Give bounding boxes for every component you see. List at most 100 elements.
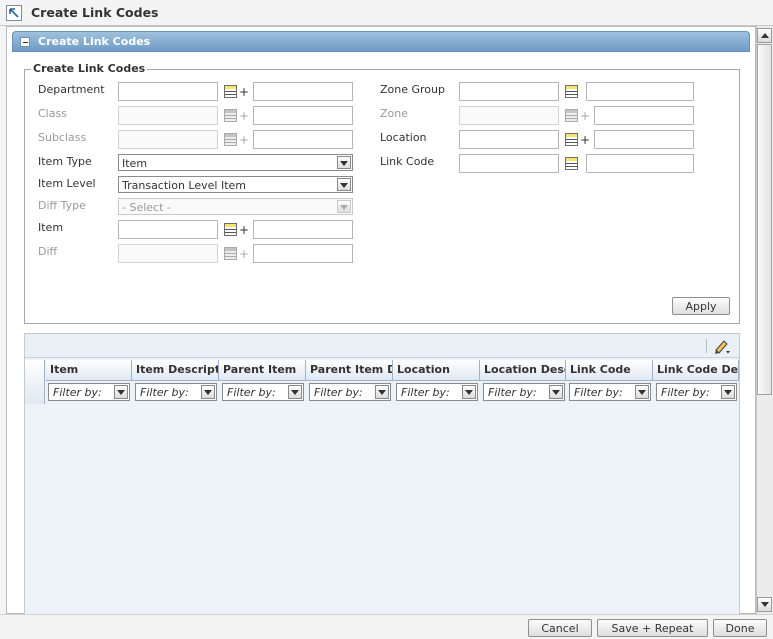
diff-type-select: - Select - <box>118 198 353 215</box>
link-code-label: Link Code <box>380 155 435 168</box>
apply-button[interactable]: Apply <box>672 297 730 315</box>
location-description-field <box>594 130 694 149</box>
item-description-field <box>253 220 353 239</box>
table-toolbar <box>25 334 739 358</box>
chevron-down-icon[interactable] <box>375 385 389 399</box>
chevron-down-icon[interactable] <box>635 385 649 399</box>
zone-description-field <box>594 106 694 125</box>
column-header-location-description[interactable]: Location Description <box>480 360 566 381</box>
diff-label: Diff <box>38 245 58 258</box>
filter-label: Filter by: <box>53 386 102 399</box>
class-description-field <box>253 106 353 125</box>
diff-description-field <box>253 244 353 263</box>
location-input[interactable] <box>459 130 559 149</box>
collapse-minus-icon[interactable] <box>20 37 30 47</box>
column-header-link-code[interactable]: Link Code <box>566 360 653 381</box>
filter-label: Filter by: <box>314 386 363 399</box>
class-label: Class <box>38 107 67 120</box>
column-header-item-description[interactable]: Item Description <box>132 360 219 381</box>
cancel-button[interactable]: Cancel <box>528 619 592 637</box>
chevron-down-icon[interactable] <box>288 385 302 399</box>
list-of-values-icon[interactable] <box>565 133 578 146</box>
item-type-value: Item <box>122 157 148 170</box>
filter-link-code[interactable]: Filter by: <box>569 383 651 401</box>
list-of-values-icon <box>224 109 237 122</box>
chevron-down-icon[interactable] <box>462 385 476 399</box>
arrow-up-left-icon <box>6 5 22 21</box>
column-header-parent-item[interactable]: Parent Item <box>219 360 306 381</box>
department-label: Department <box>38 83 105 96</box>
list-of-values-icon[interactable] <box>224 85 237 98</box>
chevron-down-icon[interactable] <box>337 156 351 169</box>
column-header-location[interactable]: Location <box>393 360 480 381</box>
zone-group-description-field <box>586 82 694 101</box>
filter-location-description[interactable]: Filter by: <box>483 383 565 401</box>
scroll-down-icon[interactable] <box>757 597 772 612</box>
pencil-edit-icon[interactable] <box>712 337 732 355</box>
chevron-down-icon[interactable] <box>114 385 128 399</box>
plus-sign: + <box>239 85 250 99</box>
done-button[interactable]: Done <box>713 619 767 637</box>
filter-label: Filter by: <box>488 386 537 399</box>
item-type-select[interactable]: Item <box>118 154 353 171</box>
item-input[interactable] <box>118 220 218 239</box>
list-of-values-icon[interactable] <box>224 223 237 236</box>
department-input[interactable] <box>118 82 218 101</box>
table-body <box>25 404 739 614</box>
section-title: Create Link Codes <box>38 35 151 48</box>
chevron-down-icon[interactable] <box>337 178 351 191</box>
plus-sign: + <box>239 133 250 147</box>
diff-type-value: - Select - <box>122 201 171 214</box>
list-of-values-icon <box>224 247 237 260</box>
filter-label: Filter by: <box>227 386 276 399</box>
filter-location[interactable]: Filter by: <box>396 383 478 401</box>
list-of-values-icon[interactable] <box>565 157 578 170</box>
filter-item-description[interactable]: Filter by: <box>135 383 217 401</box>
column-header-item[interactable]: Item <box>46 360 132 381</box>
link-code-input[interactable] <box>459 154 559 173</box>
item-level-select[interactable]: Transaction Level Item <box>118 176 353 193</box>
list-of-values-icon <box>224 133 237 146</box>
plus-sign: + <box>580 109 591 123</box>
groupbox-title: Create Link Codes <box>31 62 148 75</box>
item-type-label: Item Type <box>38 155 92 168</box>
list-of-values-icon <box>565 109 578 122</box>
class-input <box>118 106 218 125</box>
link-code-description-field <box>586 154 694 173</box>
item-level-value: Transaction Level Item <box>122 179 246 192</box>
department-description-field <box>253 82 353 101</box>
chevron-down-icon[interactable] <box>201 385 215 399</box>
plus-sign: + <box>239 223 250 237</box>
zone-group-input[interactable] <box>459 82 559 101</box>
plus-sign: + <box>239 247 250 261</box>
item-label: Item <box>38 221 64 234</box>
filter-item[interactable]: Filter by: <box>48 383 130 401</box>
page-title: Create Link Codes <box>31 5 159 20</box>
column-header-link-code-description[interactable]: Link Code Description <box>653 360 739 381</box>
item-level-label: Item Level <box>38 177 96 190</box>
save-repeat-button[interactable]: Save + Repeat <box>597 619 708 637</box>
filter-link-code-description[interactable]: Filter by: <box>656 383 737 401</box>
list-of-values-icon[interactable] <box>565 85 578 98</box>
plus-sign: + <box>580 133 591 147</box>
subclass-input <box>118 130 218 149</box>
filter-label: Filter by: <box>661 386 710 399</box>
filter-parent-item-description[interactable]: Filter by: <box>309 383 391 401</box>
column-header-parent-item-description[interactable]: Parent Item Description <box>306 360 393 381</box>
zone-group-label: Zone Group <box>380 83 445 96</box>
plus-sign: + <box>239 109 250 123</box>
filter-label: Filter by: <box>401 386 450 399</box>
filter-parent-item[interactable]: Filter by: <box>222 383 304 401</box>
chevron-down-icon[interactable] <box>721 385 735 399</box>
location-label: Location <box>380 131 427 144</box>
diff-input <box>118 244 218 263</box>
scroll-thumb[interactable] <box>757 44 772 395</box>
zone-label: Zone <box>380 107 409 120</box>
filter-label: Filter by: <box>140 386 189 399</box>
chevron-down-icon[interactable] <box>549 385 563 399</box>
filter-label: Filter by: <box>574 386 623 399</box>
row-selector-header <box>25 360 45 404</box>
toolbar-divider <box>706 339 707 353</box>
scroll-up-icon[interactable] <box>757 28 772 43</box>
diff-type-label: Diff Type <box>38 199 86 212</box>
